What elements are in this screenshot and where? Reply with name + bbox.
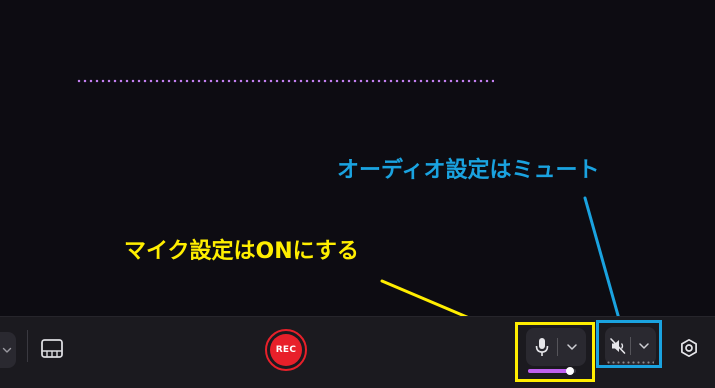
layout-button[interactable] — [38, 335, 66, 363]
mic-level-slider[interactable] — [528, 367, 576, 375]
microphone-icon — [535, 338, 548, 356]
mic-control — [526, 328, 586, 366]
mic-toggle-button[interactable] — [526, 328, 557, 366]
mic-menu-button[interactable] — [558, 328, 586, 366]
record-button-label: REC — [270, 334, 302, 366]
audio-control — [605, 327, 656, 365]
speaker-muted-icon — [609, 338, 625, 354]
settings-button[interactable] — [677, 336, 701, 360]
layout-icon — [41, 339, 63, 358]
mic-level-fill — [528, 369, 571, 373]
settings-icon — [681, 338, 697, 358]
audio-toggle-button[interactable] — [605, 327, 630, 365]
record-button[interactable]: REC — [265, 329, 307, 371]
chevron-down-icon — [567, 344, 577, 350]
audio-annotation: オーディオ設定はミュート — [337, 158, 600, 183]
chevron-down-icon — [638, 343, 649, 349]
chevron-down-icon — [2, 347, 12, 353]
left-dropdown-button[interactable] — [0, 332, 16, 368]
audio-annotation-arrow — [583, 196, 623, 328]
audio-level-muted — [606, 361, 654, 364]
mic-annotation: マイク設定はONにする — [124, 239, 359, 264]
toolbar-divider — [27, 330, 28, 362]
audio-menu-button[interactable] — [631, 327, 656, 365]
